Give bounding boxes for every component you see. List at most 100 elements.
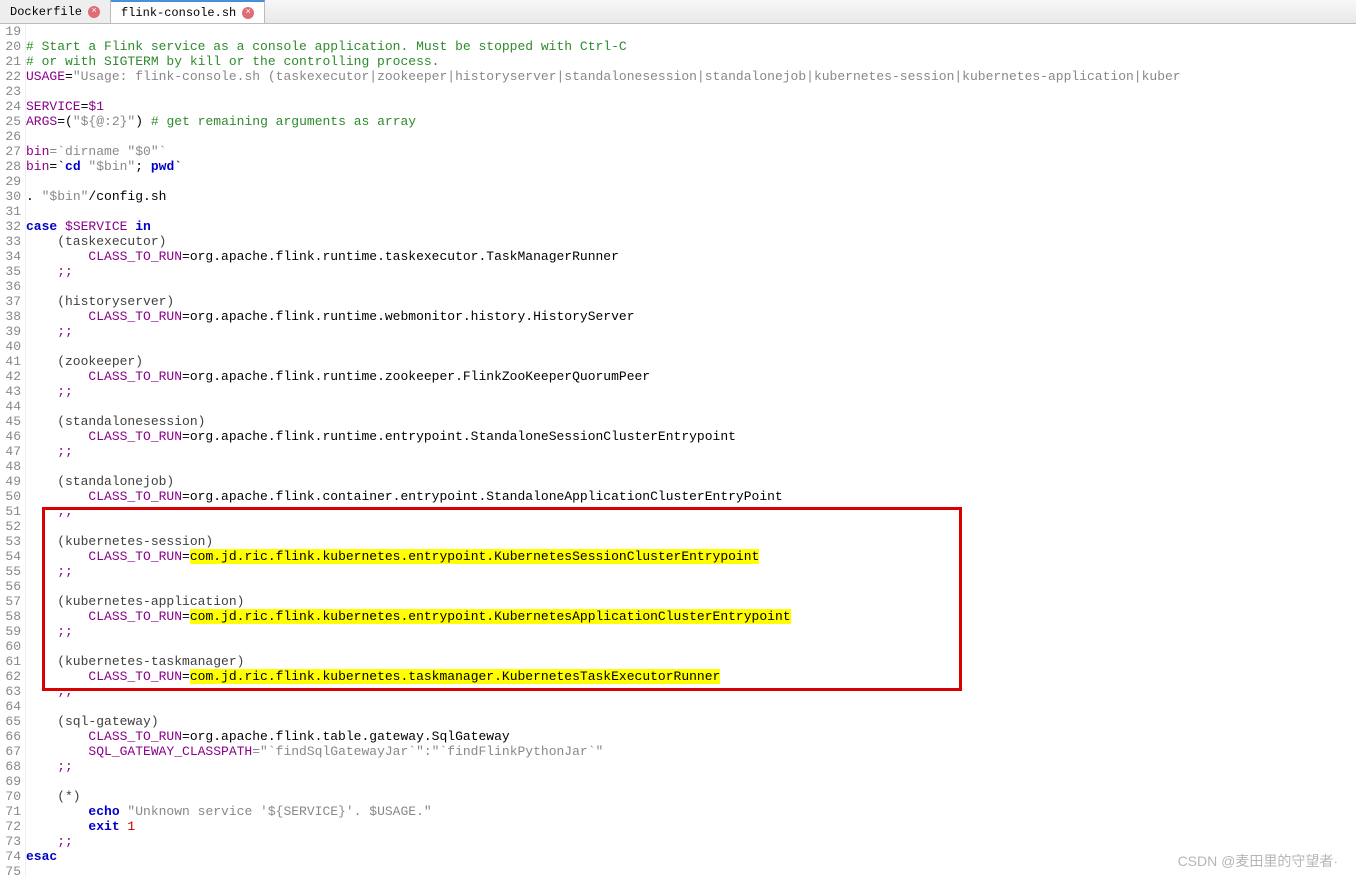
line-number: 37 [0, 294, 21, 309]
line-number: 61 [0, 654, 21, 669]
code-line: (kubernetes-application) [26, 594, 1356, 609]
code-line: (*) [26, 789, 1356, 804]
code-line: ARGS=("${@:2}") # get remaining argument… [26, 114, 1356, 129]
code-line: (kubernetes-taskmanager) [26, 654, 1356, 669]
line-number: 35 [0, 264, 21, 279]
line-number: 34 [0, 249, 21, 264]
code-line [26, 864, 1356, 877]
line-number: 19 [0, 24, 21, 39]
tab-flink-console[interactable]: flink-console.sh × [111, 0, 265, 23]
code-line [26, 519, 1356, 534]
code-line [26, 579, 1356, 594]
code-line [26, 174, 1356, 189]
line-number-gutter: 1920212223242526272829303132333435363738… [0, 24, 26, 877]
code-line [26, 639, 1356, 654]
code-line: ;; [26, 834, 1356, 849]
code-line: ;; [26, 444, 1356, 459]
code-line: # or with SIGTERM by kill or the control… [26, 54, 1356, 69]
line-number: 71 [0, 804, 21, 819]
line-number: 42 [0, 369, 21, 384]
code-line: bin=`cd "$bin"; pwd` [26, 159, 1356, 174]
code-editor[interactable]: 1920212223242526272829303132333435363738… [0, 24, 1356, 877]
tab-label: flink-console.sh [121, 6, 236, 20]
line-number: 66 [0, 729, 21, 744]
line-number: 26 [0, 129, 21, 144]
code-line [26, 699, 1356, 714]
code-line [26, 339, 1356, 354]
code-line [26, 279, 1356, 294]
code-line: CLASS_TO_RUN=com.jd.ric.flink.kubernetes… [26, 669, 1356, 684]
code-line: CLASS_TO_RUN=org.apache.flink.container.… [26, 489, 1356, 504]
code-line: ;; [26, 759, 1356, 774]
line-number: 46 [0, 429, 21, 444]
tab-dockerfile[interactable]: Dockerfile × [0, 0, 111, 23]
code-line [26, 774, 1356, 789]
line-number: 65 [0, 714, 21, 729]
code-line: . "$bin"/config.sh [26, 189, 1356, 204]
code-line: SQL_GATEWAY_CLASSPATH="`findSqlGatewayJa… [26, 744, 1356, 759]
line-number: 44 [0, 399, 21, 414]
line-number: 57 [0, 594, 21, 609]
line-number: 49 [0, 474, 21, 489]
line-number: 63 [0, 684, 21, 699]
code-line: echo "Unknown service '${SERVICE}'. $USA… [26, 804, 1356, 819]
code-line: (taskexecutor) [26, 234, 1356, 249]
line-number: 28 [0, 159, 21, 174]
line-number: 33 [0, 234, 21, 249]
code-line: (kubernetes-session) [26, 534, 1356, 549]
code-line: CLASS_TO_RUN=org.apache.flink.table.gate… [26, 729, 1356, 744]
close-icon[interactable]: × [88, 6, 100, 18]
code-line: SERVICE=$1 [26, 99, 1356, 114]
code-line: case $SERVICE in [26, 219, 1356, 234]
code-line [26, 24, 1356, 39]
line-number: 22 [0, 69, 21, 84]
line-number: 74 [0, 849, 21, 864]
line-number: 43 [0, 384, 21, 399]
line-number: 29 [0, 174, 21, 189]
line-number: 64 [0, 699, 21, 714]
line-number: 59 [0, 624, 21, 639]
code-line: USAGE="Usage: flink-console.sh (taskexec… [26, 69, 1356, 84]
line-number: 72 [0, 819, 21, 834]
line-number: 23 [0, 84, 21, 99]
code-line: ;; [26, 624, 1356, 639]
code-area[interactable]: # Start a Flink service as a console app… [26, 24, 1356, 877]
close-icon[interactable]: × [242, 7, 254, 19]
code-line: (sql-gateway) [26, 714, 1356, 729]
line-number: 67 [0, 744, 21, 759]
code-line: exit 1 [26, 819, 1356, 834]
code-line: CLASS_TO_RUN=org.apache.flink.runtime.we… [26, 309, 1356, 324]
code-line: (standalonesession) [26, 414, 1356, 429]
line-number: 54 [0, 549, 21, 564]
line-number: 21 [0, 54, 21, 69]
line-number: 36 [0, 279, 21, 294]
code-line: CLASS_TO_RUN=org.apache.flink.runtime.zo… [26, 369, 1356, 384]
line-number: 45 [0, 414, 21, 429]
code-line [26, 459, 1356, 474]
line-number: 47 [0, 444, 21, 459]
line-number: 58 [0, 609, 21, 624]
code-line [26, 129, 1356, 144]
line-number: 30 [0, 189, 21, 204]
code-line: CLASS_TO_RUN=org.apache.flink.runtime.en… [26, 429, 1356, 444]
line-number: 32 [0, 219, 21, 234]
line-number: 70 [0, 789, 21, 804]
line-number: 55 [0, 564, 21, 579]
line-number: 62 [0, 669, 21, 684]
code-line: ;; [26, 564, 1356, 579]
code-line: (standalonejob) [26, 474, 1356, 489]
line-number: 69 [0, 774, 21, 789]
line-number: 40 [0, 339, 21, 354]
watermark-text: CSDN @麦田里的守望者· [1178, 851, 1338, 871]
code-line: CLASS_TO_RUN=com.jd.ric.flink.kubernetes… [26, 609, 1356, 624]
line-number: 48 [0, 459, 21, 474]
editor-tab-bar: Dockerfile × flink-console.sh × [0, 0, 1356, 24]
line-number: 27 [0, 144, 21, 159]
line-number: 51 [0, 504, 21, 519]
line-number: 24 [0, 99, 21, 114]
code-line: ;; [26, 264, 1356, 279]
code-line: ;; [26, 324, 1356, 339]
code-line: (zookeeper) [26, 354, 1356, 369]
line-number: 68 [0, 759, 21, 774]
line-number: 56 [0, 579, 21, 594]
